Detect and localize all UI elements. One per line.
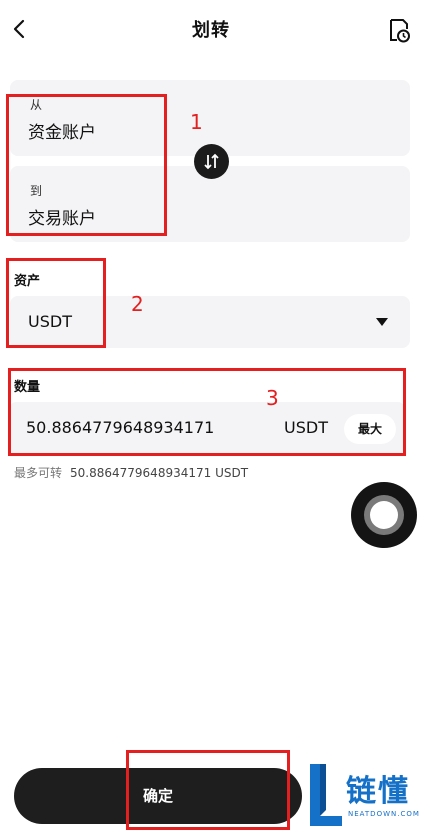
document-clock-icon: [390, 19, 410, 43]
annotation-box-2: [6, 258, 106, 348]
max-transferable-hint: 最多可转 50.8864779648934171 USDT: [14, 464, 248, 481]
logo-l-icon: [310, 764, 342, 826]
annotation-number-2: 2: [131, 292, 144, 316]
annotation-number-1: 1: [190, 110, 203, 134]
watermark-text: 链懂: [346, 774, 410, 809]
assist-core: [370, 501, 398, 529]
transfer-screen: 划转 从 资金账户 到 交易账户 资产 USDT 数量 50.886477964…: [0, 0, 422, 830]
max-transferable-value: 50.8864779648934171 USDT: [70, 466, 249, 480]
annotation-box-3: [8, 368, 406, 456]
page-title: 划转: [192, 20, 230, 41]
swap-button[interactable]: [194, 144, 229, 179]
history-button[interactable]: [386, 16, 412, 44]
header: 划转: [0, 0, 422, 60]
max-transferable-label: 最多可转: [14, 466, 63, 480]
swap-arrows-icon: [204, 153, 219, 170]
annotation-number-3: 3: [266, 386, 279, 410]
watermark-logo: 链懂 NEATDOWN.COM: [306, 758, 422, 830]
annotation-box-confirm: [126, 750, 290, 830]
annotation-box-1: [6, 94, 167, 236]
floating-assist-button[interactable]: [351, 482, 417, 548]
watermark-subtext: NEATDOWN.COM: [348, 810, 420, 818]
caret-down-icon: [376, 318, 388, 326]
